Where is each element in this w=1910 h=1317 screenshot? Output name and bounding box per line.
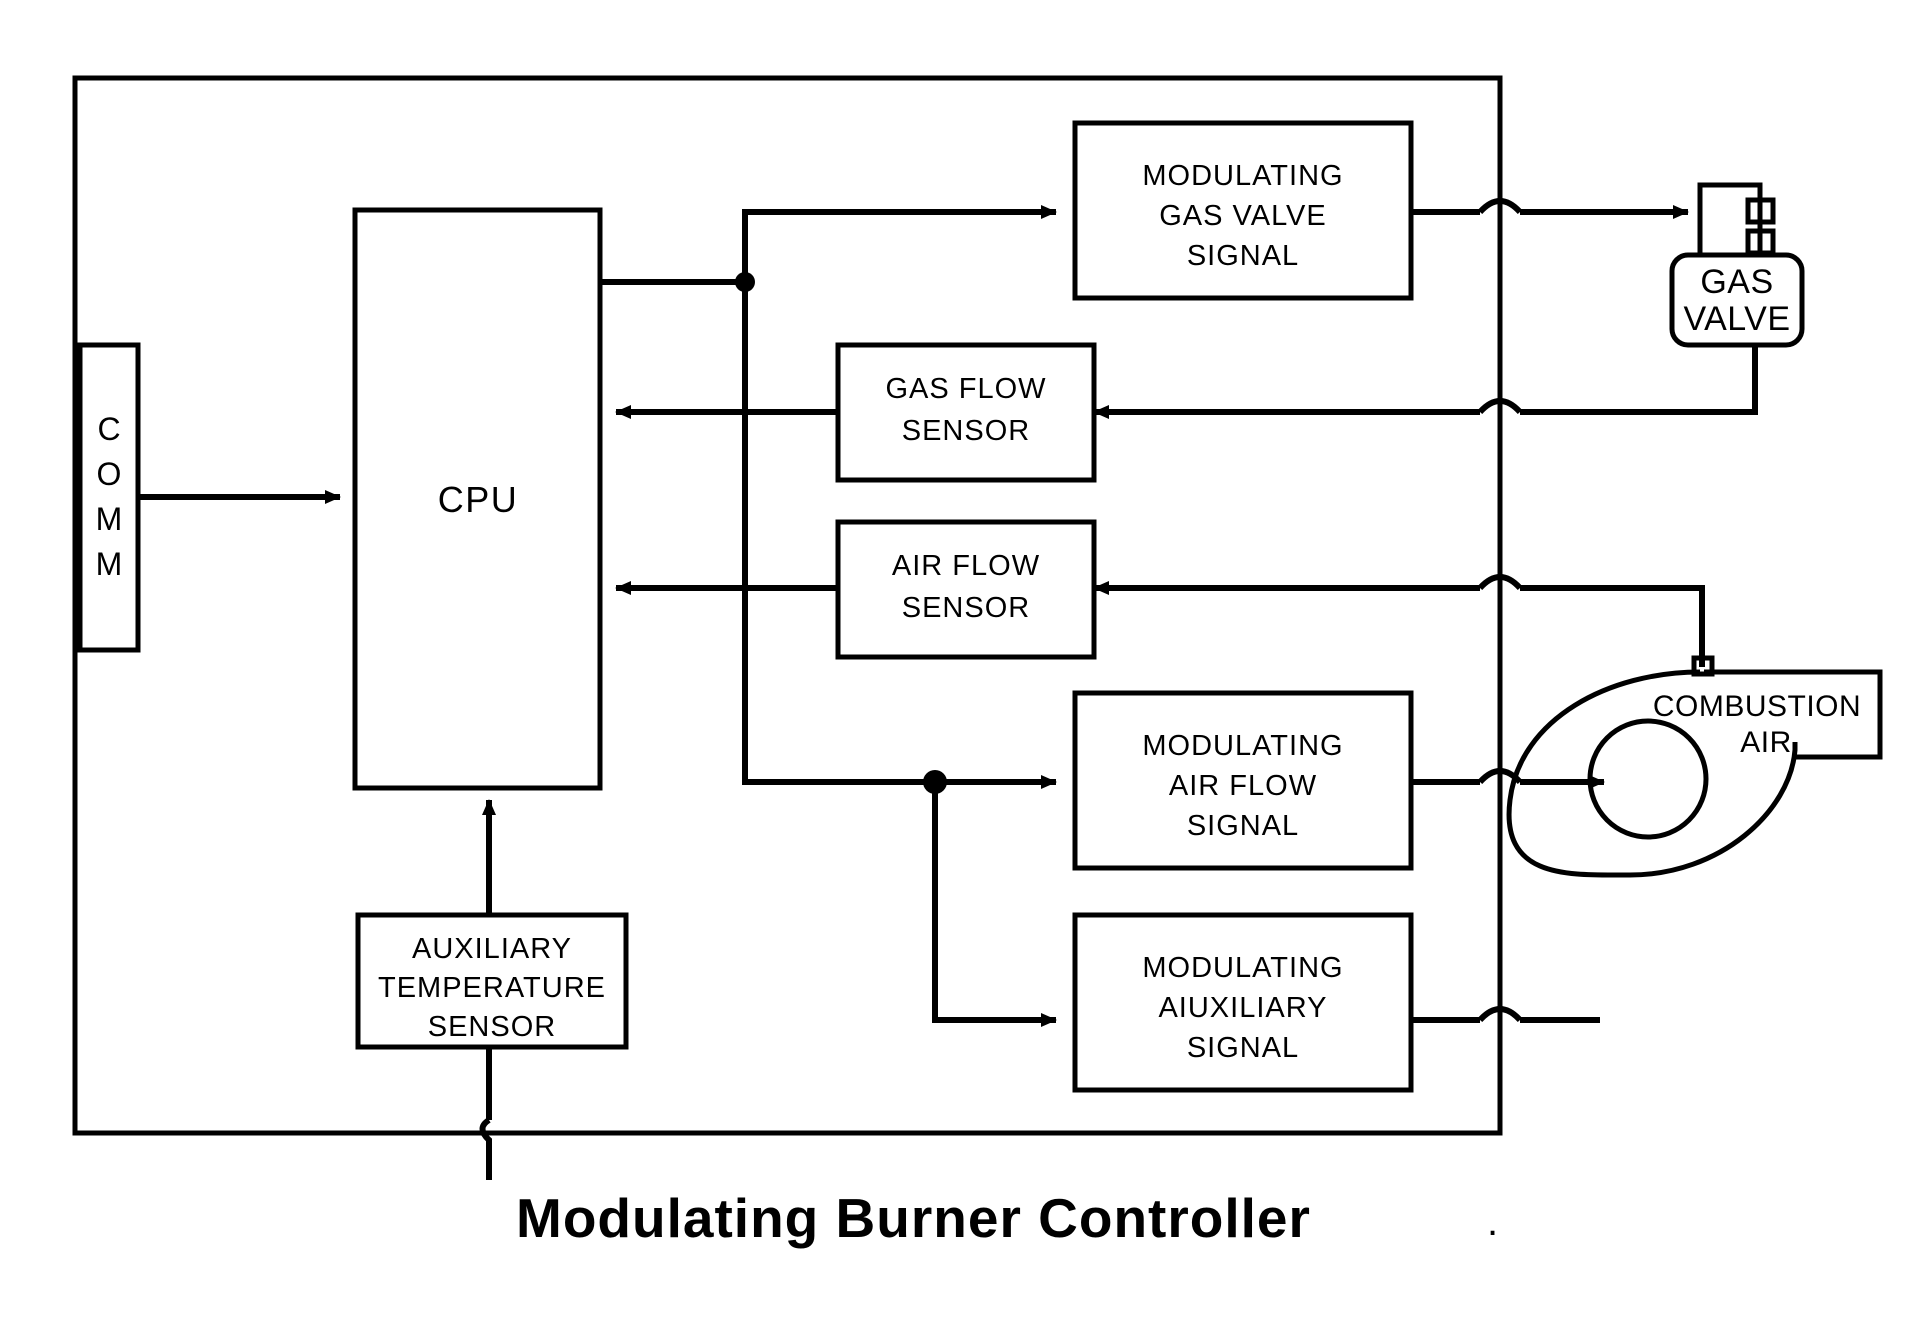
symbol-gas-valve[interactable]: GAS VALVE (1669, 182, 1805, 415)
gas-valve-line1: GAS (1700, 263, 1773, 301)
wire-blower-to-air-flow-sensor (1093, 574, 1705, 667)
combustion-air-line2: AIR (1740, 726, 1792, 759)
block-diagram: C O M M CPU MODULATING GAS VALVE SIGNAL … (72, 75, 1883, 1180)
junction-dot-auxiliary-branch (923, 770, 947, 794)
cpu-label: CPU (438, 479, 519, 520)
block-comm[interactable]: C O M M (77, 342, 141, 653)
air-flow-signal-line1: MODULATING (1142, 730, 1343, 762)
gas-valve-signal-line1: MODULATING (1142, 160, 1343, 192)
symbol-combustion-air-blower[interactable]: COMBUSTION AIR (1506, 655, 1883, 878)
air-flow-sensor-line2: SENSOR (902, 592, 1030, 624)
gas-flow-sensor-line2: SENSOR (902, 415, 1030, 447)
block-modulating-auxiliary-signal[interactable]: MODULATING AIUXILIARY SIGNAL (1072, 912, 1414, 1093)
aux-temp-sensor-line3: SENSOR (428, 1011, 556, 1043)
gas-valve-line2: VALVE (1683, 300, 1790, 338)
block-modulating-air-flow-signal[interactable]: MODULATING AIR FLOW SIGNAL (1072, 690, 1414, 871)
air-flow-signal-line3: SIGNAL (1187, 810, 1299, 842)
diagram-caption: Modulating Burner Controller (516, 1187, 1311, 1249)
auxiliary-signal-line2: AIUXILIARY (1158, 992, 1327, 1024)
wire-gas-valve-signal-to-valve (1410, 198, 1689, 219)
gas-flow-sensor-line1: GAS FLOW (885, 373, 1046, 405)
comm-letter-m1: M (96, 501, 123, 537)
figure-period-mark: . (1487, 1200, 1499, 1244)
air-flow-signal-line2: AIR FLOW (1169, 770, 1317, 802)
block-air-flow-sensor[interactable]: AIR FLOW SENSOR (835, 519, 1097, 660)
auxiliary-signal-line1: MODULATING (1142, 952, 1343, 984)
aux-temp-sensor-line1: AUXILIARY (412, 933, 572, 965)
combustion-air-line1: COMBUSTION (1653, 690, 1861, 723)
air-flow-sensor-line1: AIR FLOW (892, 550, 1040, 582)
gas-valve-signal-line3: SIGNAL (1187, 240, 1299, 272)
comm-letter-m2: M (96, 546, 123, 582)
wire-air-flow-signal-to-blower (1410, 768, 1605, 789)
wire-cpu-to-gas-valve-signal (600, 205, 1057, 285)
comm-letter-o: O (97, 456, 122, 492)
block-cpu[interactable]: CPU (352, 207, 603, 791)
gas-valve-signal-line2: GAS VALVE (1159, 200, 1327, 232)
diagram-canvas: C O M M CPU MODULATING GAS VALVE SIGNAL … (0, 0, 1910, 1317)
wire-branch-to-auxiliary-signal (923, 770, 1057, 1027)
blower-impeller-icon (1587, 718, 1709, 840)
block-modulating-gas-valve-signal[interactable]: MODULATING GAS VALVE SIGNAL (1072, 120, 1414, 301)
comm-letter-c: C (97, 411, 120, 447)
wire-gas-valve-to-gas-flow-sensor (1093, 298, 1758, 419)
junction-dot-cpu-branch (735, 272, 755, 292)
auxiliary-signal-line3: SIGNAL (1187, 1032, 1299, 1064)
wire-external-temperature-input (479, 1032, 496, 1180)
wire-auxiliary-signal-output (1410, 1006, 1600, 1023)
block-auxiliary-temperature-sensor[interactable]: AUXILIARY TEMPERATURE SENSOR (355, 912, 629, 1050)
block-gas-flow-sensor[interactable]: GAS FLOW SENSOR (835, 342, 1097, 483)
aux-temp-sensor-line2: TEMPERATURE (378, 972, 606, 1004)
